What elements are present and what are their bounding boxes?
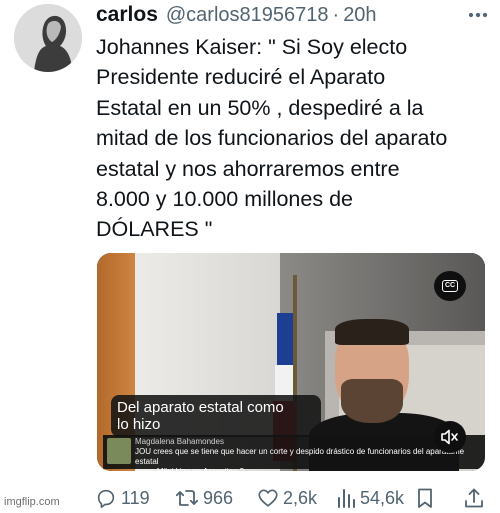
reply-button[interactable]: 119	[95, 486, 150, 510]
share-icon	[465, 488, 483, 508]
reply-count: 119	[121, 487, 150, 508]
author-name[interactable]: carlos	[96, 3, 158, 27]
avatar[interactable]	[14, 4, 82, 72]
author-handle[interactable]: @carlos81956718	[166, 4, 329, 27]
bookmark-icon	[418, 488, 432, 508]
comment-text: JOU crees que se tiene que hacer un cort…	[135, 447, 464, 471]
retweet-icon	[175, 490, 199, 506]
avatar-image	[14, 4, 82, 72]
video-player[interactable]: CC Del aparato estatal como lo hizo Magd…	[97, 253, 485, 471]
separator-dot: ·	[332, 3, 340, 26]
heart-icon	[258, 489, 278, 507]
comment-author: Magdalena Bahamondes	[135, 437, 224, 446]
speaker-hair	[335, 319, 409, 345]
share-button[interactable]	[463, 486, 489, 510]
timestamp[interactable]: 20h	[343, 4, 376, 27]
like-button[interactable]: 2,6k	[257, 486, 317, 510]
mute-button[interactable]	[434, 421, 466, 453]
closed-captions-icon: CC	[442, 280, 458, 292]
speaker-beard	[341, 379, 403, 423]
retweet-button[interactable]: 966	[175, 486, 233, 510]
reply-icon	[97, 489, 115, 508]
muted-speaker-icon	[441, 429, 458, 445]
comment-avatar	[107, 438, 131, 464]
more-dots-icon[interactable]	[465, 4, 491, 26]
chile-flag	[277, 313, 293, 365]
views-count: 54,6k	[360, 487, 405, 508]
tweet-actions: 119 966 2,6k 54,6k	[95, 486, 490, 510]
video-comment-overlay: Magdalena Bahamondes JOU crees que se ti…	[103, 435, 485, 471]
video-caption: Del aparato estatal como lo hizo	[111, 395, 321, 437]
closed-captions-button[interactable]: CC	[434, 271, 466, 301]
views-icon	[338, 489, 355, 508]
views-button[interactable]: 54,6k	[336, 486, 404, 510]
like-count: 2,6k	[283, 487, 318, 508]
retweet-count: 966	[203, 487, 234, 508]
tweet-text: Johannes Kaiser: " Si Soy electo Preside…	[96, 35, 448, 242]
tweet-header: carlos @carlos81956718 · 20h	[96, 2, 491, 28]
bookmark-button[interactable]	[415, 486, 439, 510]
watermark: imgflip.com	[4, 496, 60, 508]
